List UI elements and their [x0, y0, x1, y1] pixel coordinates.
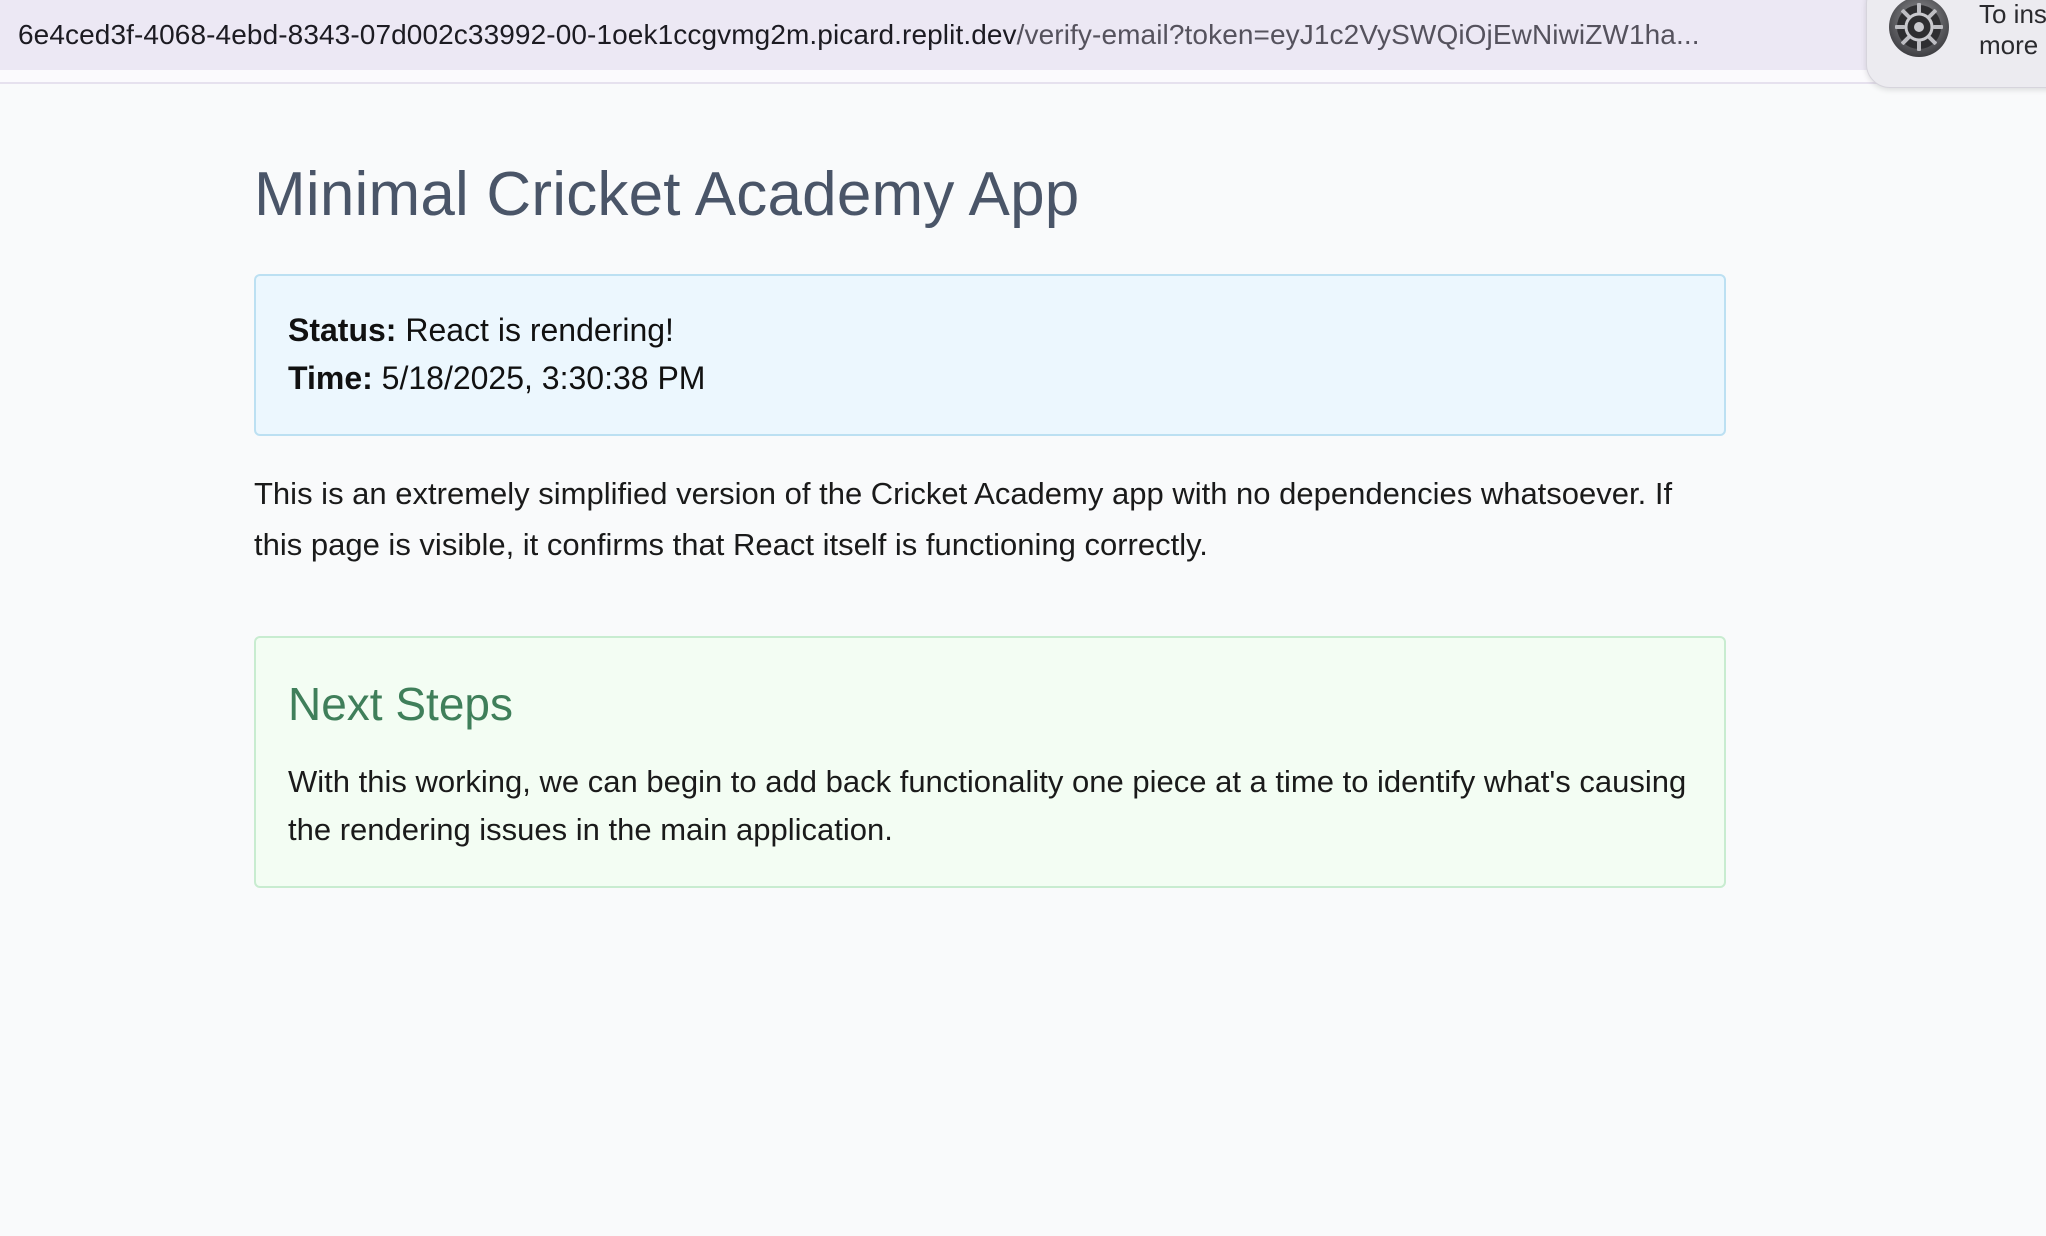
url-host: 6e4ced3f-4068-4ebd-8343-07d002c33992-00-…	[18, 19, 1017, 50]
address-bar[interactable]: 6e4ced3f-4068-4ebd-8343-07d002c33992-00-…	[0, 0, 1872, 70]
status-panel: Status: React is rendering! Time: 5/18/2…	[254, 274, 1726, 436]
next-steps-title: Next Steps	[288, 678, 513, 730]
browser-toolbar: 6e4ced3f-4068-4ebd-8343-07d002c33992-00-…	[0, 0, 2046, 84]
status-value: React is rendering!	[405, 312, 674, 348]
url-path: /verify-email?token=eyJ1c2VySWQiOjEwNiwi…	[1016, 19, 1700, 50]
notification-text: To ins more	[1979, 0, 2046, 61]
settings-gear-icon	[1887, 0, 1951, 59]
description-text: This is an extremely simplified version …	[254, 476, 1673, 562]
main-content: Minimal Cricket Academy App Status: Reac…	[254, 150, 1726, 888]
time-line: Time: 5/18/2025, 3:30:38 PM	[288, 354, 1692, 402]
status-line: Status: React is rendering!	[288, 306, 1692, 354]
status-label: Status:	[288, 312, 397, 348]
notification-line-2: more	[1979, 30, 2039, 60]
time-label: Time:	[288, 360, 373, 396]
next-steps-panel: Next Steps With this working, we can beg…	[254, 636, 1726, 888]
time-value: 5/18/2025, 3:30:38 PM	[381, 360, 706, 396]
next-steps-text: With this working, we can begin to add b…	[288, 764, 1687, 847]
notification-line-1: To ins	[1979, 0, 2046, 29]
system-notification[interactable]: To ins more	[1866, 0, 2046, 88]
page-title: Minimal Cricket Academy App	[254, 160, 1080, 229]
